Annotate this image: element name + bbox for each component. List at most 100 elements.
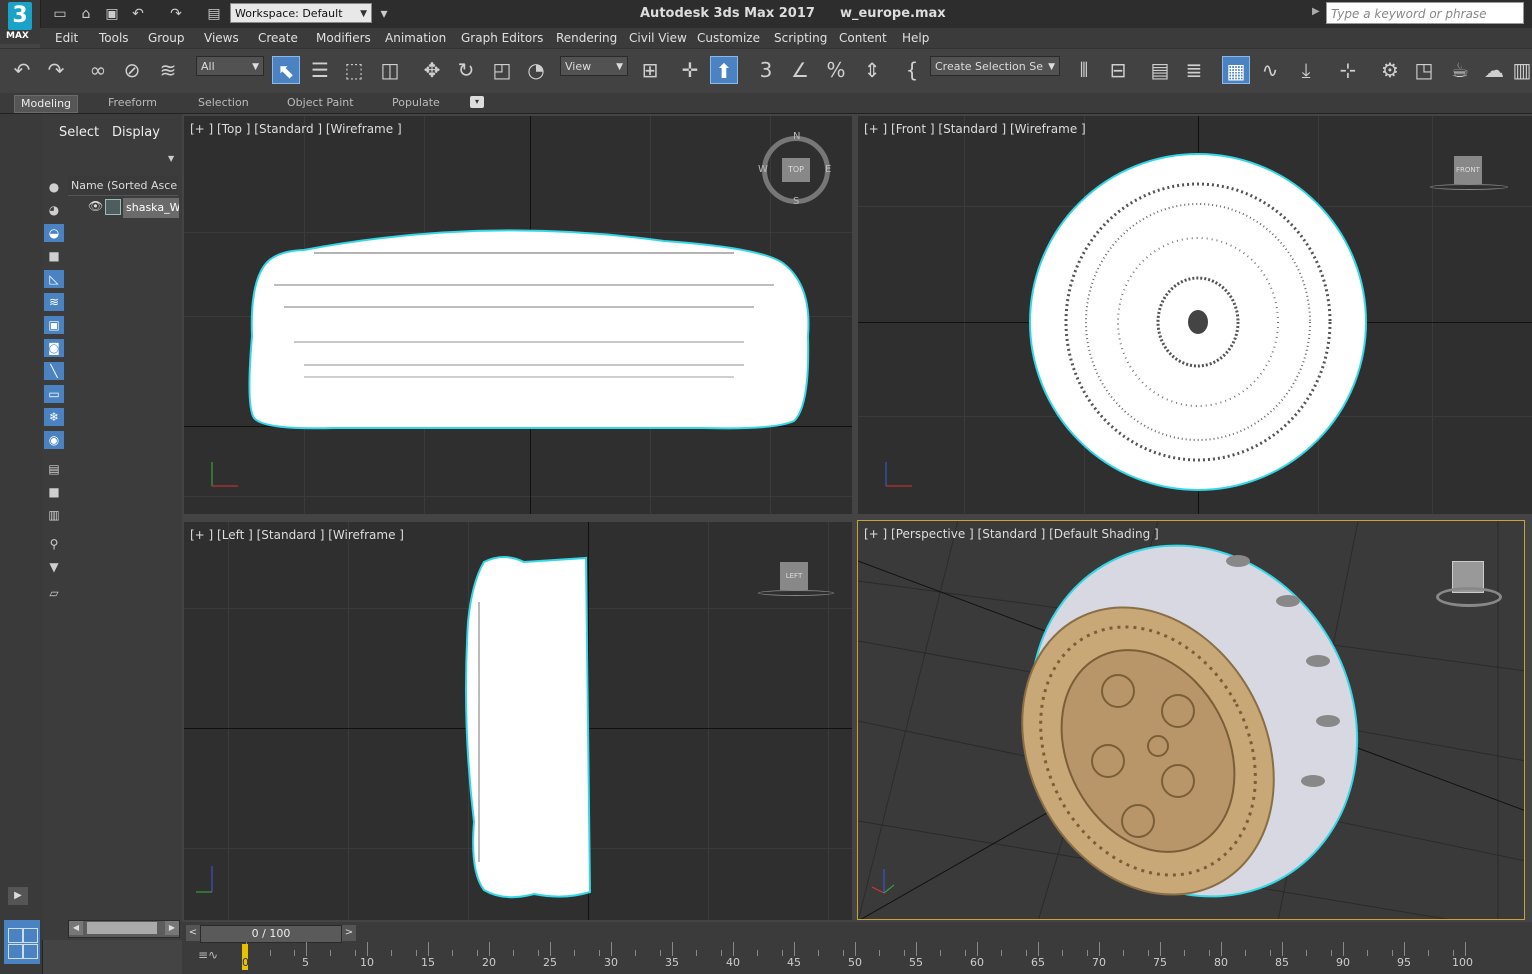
menu-create[interactable]: Create <box>258 31 298 45</box>
viewcube-top[interactable]: TOP <box>782 158 810 182</box>
menu-customize[interactable]: Customize <box>697 31 760 45</box>
menu-scripting[interactable]: Scripting <box>774 31 827 45</box>
menu-modifiers[interactable]: Modifiers <box>316 31 371 45</box>
scroll-right-icon[interactable]: ▶ <box>165 921 179 935</box>
percent-snap-icon[interactable]: % <box>822 56 850 84</box>
explorer-horizontal-scrollbar[interactable]: ◀ ▶ <box>68 920 180 938</box>
display-none-icon[interactable]: ● <box>44 178 64 196</box>
menu-civil-view[interactable]: Civil View <box>629 31 687 45</box>
scene-object-row[interactable]: shaska_We <box>123 198 179 218</box>
unlink-icon[interactable]: ⊘ <box>118 56 146 84</box>
select-object-icon[interactable]: ⬉ <box>272 56 300 84</box>
window-crossing-icon[interactable]: ◫ <box>376 56 404 84</box>
undo-icon[interactable]: ↶ <box>128 4 148 24</box>
angle-snap-icon[interactable]: ∠ <box>786 56 814 84</box>
rectangular-selection-icon[interactable]: ⬚ <box>340 56 368 84</box>
viewcube-ring[interactable] <box>1430 184 1508 190</box>
menu-edit[interactable]: Edit <box>55 31 78 45</box>
menu-views[interactable]: Views <box>204 31 239 45</box>
redo-icon[interactable]: ↷ <box>166 4 186 24</box>
search-input[interactable]: Type a keyword or phrase <box>1326 2 1524 24</box>
viewcube-left[interactable]: LEFT <box>780 562 808 590</box>
customize-quick-access-icon[interactable]: ▾ <box>374 4 394 24</box>
menu-graph-editors[interactable]: Graph Editors <box>461 31 543 45</box>
display-helpers-icon[interactable]: ≋ <box>44 293 64 311</box>
search-expand-icon[interactable]: ▶ <box>1312 6 1320 17</box>
mirror-icon[interactable]: ⫴ <box>1070 56 1098 84</box>
undo-icon[interactable]: ↶ <box>8 56 36 84</box>
time-slider-prev-button[interactable]: < <box>186 925 200 941</box>
menu-content[interactable]: Content <box>839 31 887 45</box>
workspace-dropdown[interactable]: Workspace: Default ▼ <box>230 3 372 23</box>
menu-group[interactable]: Group <box>148 31 185 45</box>
viewcube-ring[interactable] <box>1436 587 1502 607</box>
new-file-icon[interactable]: ▭ <box>50 4 70 24</box>
snaps-toggle-icon[interactable]: 3 <box>752 56 780 84</box>
spinner-snap-icon[interactable]: ⇕ <box>858 56 886 84</box>
menu-rendering[interactable]: Rendering <box>556 31 617 45</box>
display-geometry-icon[interactable]: ◕ <box>44 201 64 219</box>
display-cameras-icon[interactable]: ◺ <box>44 270 64 288</box>
more-tools-icon[interactable]: ▥ <box>1512 56 1532 84</box>
viewcube-front[interactable]: FRONT <box>1454 156 1482 184</box>
time-slider[interactable]: 0 / 100 <box>200 925 342 943</box>
display-frozen-icon[interactable]: ◉ <box>44 431 64 449</box>
project-folder-icon[interactable]: ▤ <box>204 4 224 24</box>
rotate-icon[interactable]: ↻ <box>452 56 480 84</box>
render-setup-icon[interactable]: ⚙ <box>1376 56 1404 84</box>
explorer-tab-select[interactable]: Select <box>59 125 99 140</box>
viewport-top[interactable]: [+ ] [Top ] [Standard ] [Wireframe ] TOP… <box>184 116 852 514</box>
name-column-header[interactable]: Name (Sorted Ascendi <box>68 176 178 196</box>
menu-animation[interactable]: Animation <box>385 31 446 45</box>
timeline-track[interactable] <box>240 942 1480 956</box>
menu-help[interactable]: Help <box>902 31 929 45</box>
expand-panel-icon[interactable]: ▶ <box>8 887 28 905</box>
display-all-icon[interactable]: ■ <box>44 483 64 501</box>
named-selection-sets-dropdown[interactable]: Create Selection Se ▼ <box>930 56 1060 76</box>
display-shapes-icon[interactable]: ◒ <box>44 224 64 242</box>
keyboard-shortcut-override-icon[interactable]: ⬆ <box>710 56 738 84</box>
save-file-icon[interactable]: ▣ <box>102 4 122 24</box>
viewport-layout-icon[interactable] <box>4 920 40 964</box>
filter-options-icon[interactable]: ⚲ <box>44 535 64 553</box>
display-groups-icon[interactable]: ◙ <box>44 339 64 357</box>
tab-populate[interactable]: Populate <box>386 95 446 111</box>
scroll-thumb[interactable] <box>87 922 157 934</box>
viewport-front[interactable]: [+ ] [Front ] [Standard ] [Wireframe ] F… <box>858 116 1532 514</box>
display-lights-icon[interactable]: ■ <box>44 247 64 265</box>
render-production-icon[interactable]: ☕ <box>1446 56 1474 84</box>
tab-selection[interactable]: Selection <box>192 95 255 111</box>
place-icon[interactable]: ◔ <box>522 56 550 84</box>
curve-editor-toggle-icon[interactable]: ≡∿ <box>198 948 218 962</box>
rendered-frame-window-icon[interactable]: ◳ <box>1410 56 1438 84</box>
explorer-menu-icon[interactable]: ▼ <box>168 154 174 163</box>
viewport-left[interactable]: [+ ] [Left ] [Standard ] [Wireframe ] LE… <box>184 522 852 920</box>
open-file-icon[interactable]: ⌂ <box>76 4 96 24</box>
filter-icon[interactable]: ▼ <box>44 558 64 576</box>
time-slider-next-button[interactable]: > <box>342 925 356 941</box>
layer-manager-icon[interactable]: ▤ <box>1146 56 1174 84</box>
visibility-eye-icon[interactable]: 👁 <box>88 199 103 213</box>
select-by-name-icon[interactable]: ☰ <box>306 56 334 84</box>
bind-space-warp-icon[interactable]: ≋ <box>154 56 182 84</box>
redo-icon[interactable]: ↷ <box>42 56 70 84</box>
tab-modeling[interactable]: Modeling <box>14 95 79 113</box>
toggle-ribbon-icon[interactable]: ▦ <box>1222 56 1250 84</box>
layer-toolbar-icon[interactable]: ▱ <box>44 584 64 602</box>
viewport-perspective[interactable]: [+ ] [Perspective ] [Standard ] [Default… <box>857 520 1525 920</box>
link-icon[interactable]: ∞ <box>84 56 112 84</box>
move-icon[interactable]: ✥ <box>418 56 446 84</box>
scroll-left-icon[interactable]: ◀ <box>69 921 83 935</box>
schematic-view-icon[interactable]: ⤓ <box>1292 56 1320 84</box>
display-hidden-icon[interactable]: ▤ <box>44 460 64 478</box>
display-containers-icon[interactable]: ❄ <box>44 408 64 426</box>
viewcube-ring[interactable] <box>758 590 834 596</box>
scale-icon[interactable]: ◰ <box>488 56 516 84</box>
curve-editor-icon[interactable]: ∿ <box>1256 56 1284 84</box>
reference-coordinate-dropdown[interactable]: View ▼ <box>560 56 628 76</box>
display-invert-icon[interactable]: ▥ <box>44 506 64 524</box>
select-manipulate-icon[interactable]: ✛ <box>676 56 704 84</box>
app-menu-button[interactable]: 3 MAX <box>0 0 41 44</box>
align-icon[interactable]: ⊟ <box>1104 56 1132 84</box>
display-spacewarps-icon[interactable]: ▣ <box>44 316 64 334</box>
